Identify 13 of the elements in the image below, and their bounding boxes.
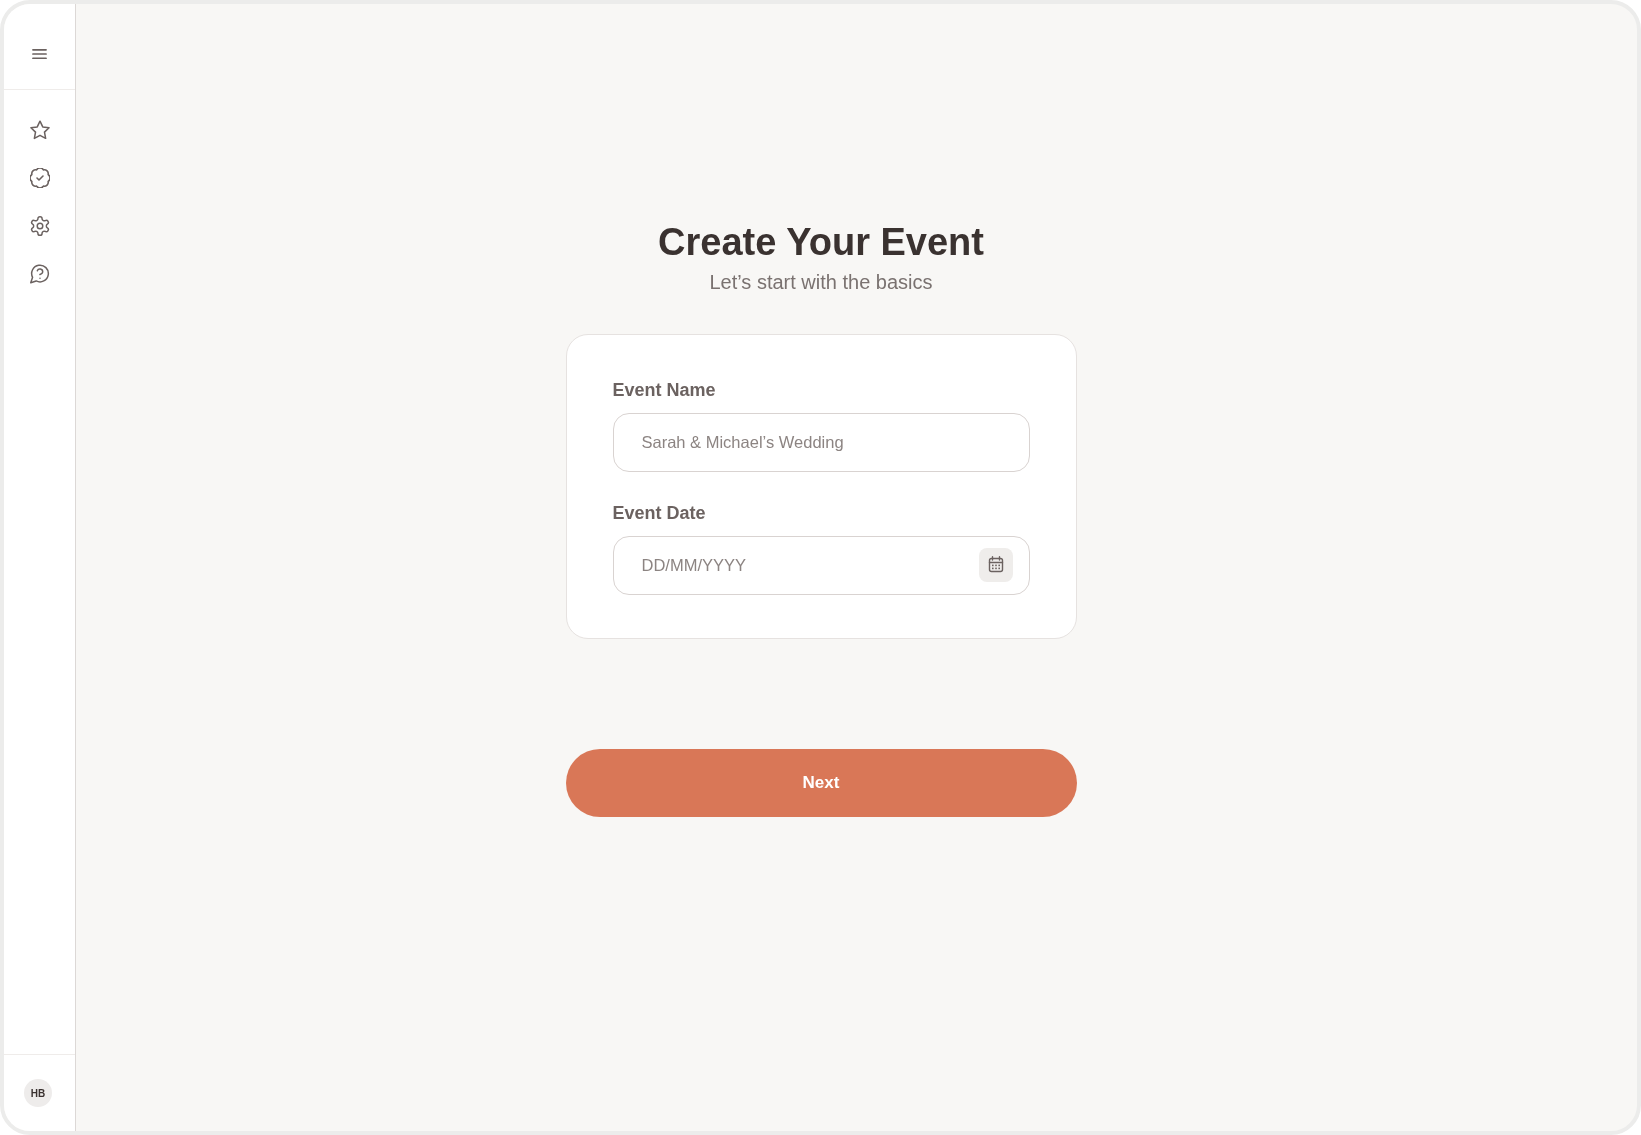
user-avatar[interactable]: HB [24,1079,52,1107]
star-icon[interactable] [29,120,50,140]
menu-icon[interactable] [32,47,47,60]
settings-icon[interactable] [29,216,50,236]
check-badge-icon[interactable] [29,168,50,188]
text-field[interactable]: Sarah & Michael’s Wedding [612,413,1030,472]
calendar-icon[interactable] [978,548,1013,582]
page-subtitle: Let’s start with the basics [709,270,933,294]
field-label: Event Name [612,380,716,400]
field-label: Event Date [612,503,706,523]
date-field[interactable]: DD/MM/YYYY [612,536,1030,595]
page-title: Create Your Event [658,220,984,264]
help-icon[interactable] [29,264,50,284]
